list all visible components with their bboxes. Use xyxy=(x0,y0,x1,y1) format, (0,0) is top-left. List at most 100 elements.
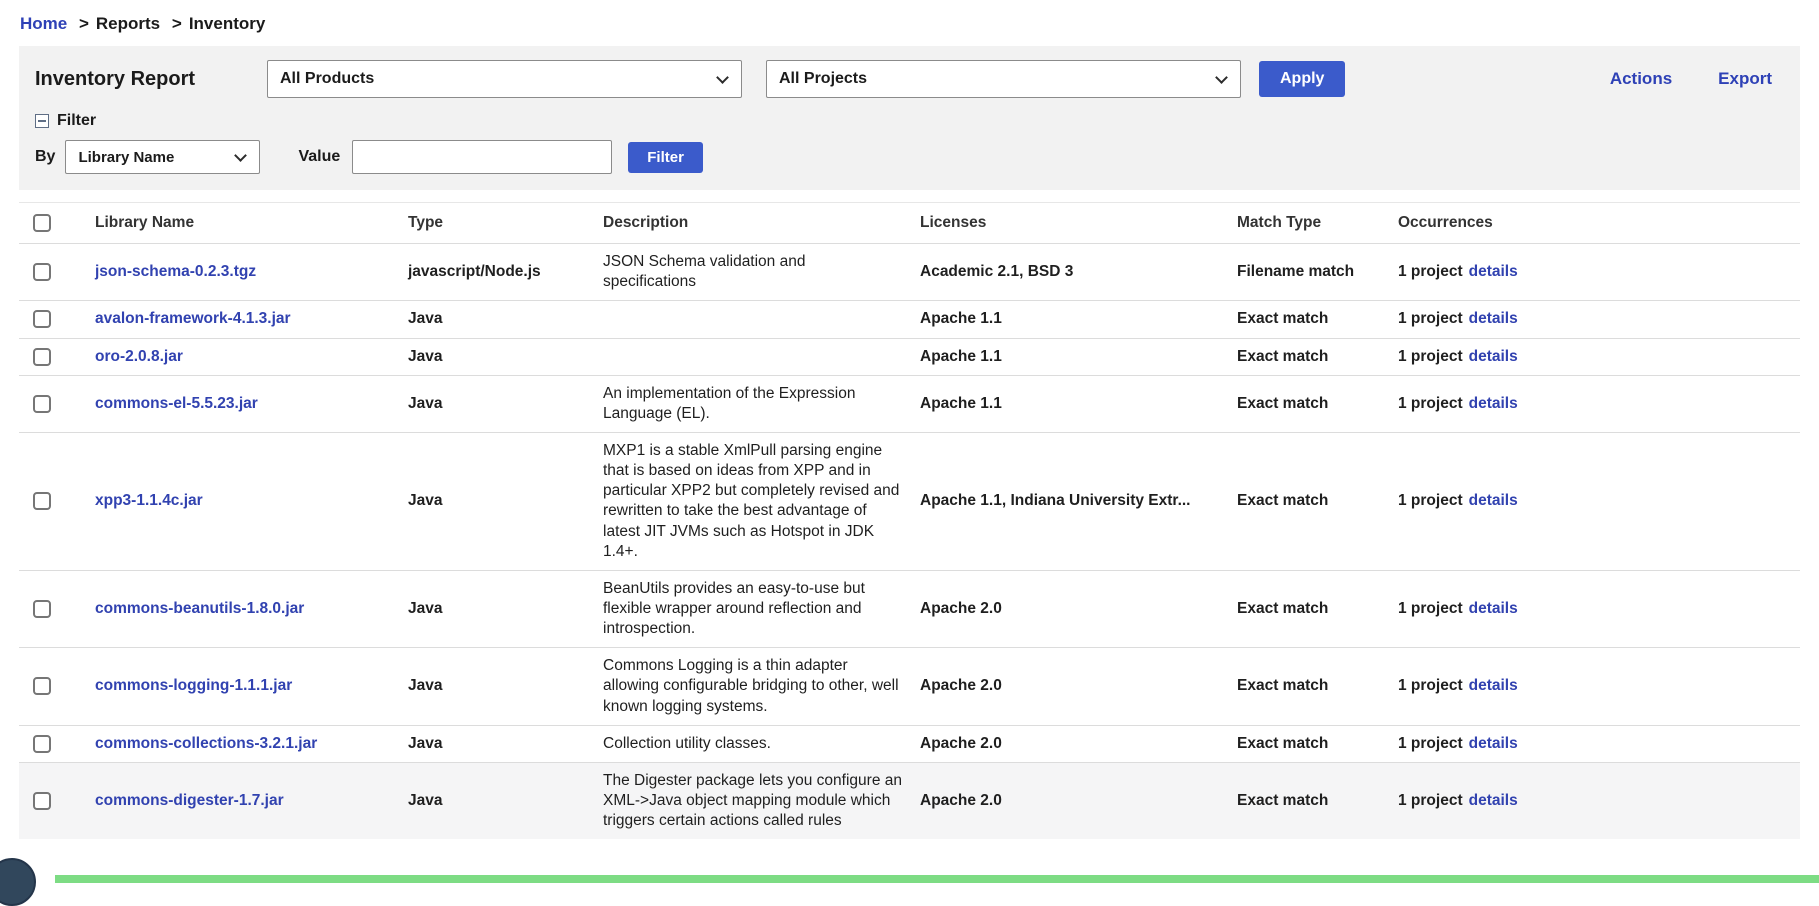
match-type-cell: Exact match xyxy=(1237,599,1398,619)
breadcrumb-home[interactable]: Home xyxy=(20,14,67,33)
filter-value-input[interactable] xyxy=(352,140,612,174)
occurrences-cell: 1 project details xyxy=(1398,676,1800,696)
details-link[interactable]: details xyxy=(1469,600,1518,617)
occurrence-count: 1 project xyxy=(1398,395,1463,412)
details-link[interactable]: details xyxy=(1469,492,1518,509)
col-type: Type xyxy=(408,213,603,233)
select-all-checkbox[interactable] xyxy=(33,214,51,232)
row-checkbox[interactable] xyxy=(33,263,51,281)
occurrences-cell: 1 projectdetails xyxy=(1398,347,1800,367)
occurrence-count: 1 project xyxy=(1398,677,1463,694)
library-link[interactable]: oro-2.0.8.jar xyxy=(95,348,183,365)
filter-by-select[interactable]: Library Name xyxy=(65,140,260,174)
details-link[interactable]: details xyxy=(1469,348,1518,365)
occurrences-cell: 1 project details xyxy=(1398,791,1800,811)
filter-controls: By Library Name Value Filter xyxy=(35,140,1784,174)
licenses-cell: Apache 2.0 xyxy=(920,734,1237,754)
licenses-cell: Apache 2.0 xyxy=(920,676,1237,696)
row-checkbox[interactable] xyxy=(33,600,51,618)
details-link[interactable]: details xyxy=(1469,735,1518,752)
col-library-name: Library Name xyxy=(95,213,408,233)
table-row: oro-2.0.8.jar Java Apache 1.1 Exact matc… xyxy=(19,338,1800,375)
match-type-cell: Exact match xyxy=(1237,791,1398,811)
licenses-cell: Apache 2.0 xyxy=(920,599,1237,619)
table-row: json-schema-0.2.3.tgz javascript/Node.js… xyxy=(19,243,1800,300)
col-licenses: Licenses xyxy=(920,213,1237,233)
export-link[interactable]: Export xyxy=(1718,69,1772,89)
occurrences-cell: 1 projectdetails xyxy=(1398,734,1800,754)
licenses-cell: Apache 1.1 xyxy=(920,394,1237,414)
products-select[interactable]: All Products xyxy=(267,60,742,98)
occurrence-count: 1 project xyxy=(1398,263,1463,280)
licenses-cell: Apache 2.0 xyxy=(920,791,1237,811)
occurrences-cell: 1 project details xyxy=(1398,491,1800,511)
details-link[interactable]: details xyxy=(1469,263,1518,280)
row-checkbox[interactable] xyxy=(33,395,51,413)
row-checkbox[interactable] xyxy=(33,310,51,328)
library-link[interactable]: commons-collections-3.2.1.jar xyxy=(95,735,317,752)
type-cell: Java xyxy=(408,394,603,414)
table-row: commons-collections-3.2.1.jar Java Colle… xyxy=(19,725,1800,762)
licenses-cell: Apache 1.1 xyxy=(920,347,1237,367)
row-checkbox[interactable] xyxy=(33,792,51,810)
licenses-cell: Academic 2.1, BSD 3 xyxy=(920,262,1237,282)
projects-select[interactable]: All Projects xyxy=(766,60,1241,98)
col-match-type: Match Type xyxy=(1237,213,1398,233)
details-link[interactable]: details xyxy=(1469,677,1518,694)
col-occurrences: Occurrences xyxy=(1398,213,1800,233)
row-checkbox[interactable] xyxy=(33,735,51,753)
library-link[interactable]: commons-el-5.5.23.jar xyxy=(95,395,258,412)
breadcrumb-separator: > xyxy=(172,14,182,33)
occurrence-count: 1 project xyxy=(1398,310,1463,327)
row-checkbox[interactable] xyxy=(33,492,51,510)
inventory-table: Library Name Type Description Licenses M… xyxy=(19,202,1800,839)
table-header-row: Library Name Type Description Licenses M… xyxy=(19,202,1800,243)
library-link[interactable]: json-schema-0.2.3.tgz xyxy=(95,263,256,280)
match-type-cell: Exact match xyxy=(1237,676,1398,696)
actions-link[interactable]: Actions xyxy=(1610,69,1672,89)
occurrences-cell: 1 project details xyxy=(1398,262,1800,282)
occurrences-cell: 1 project details xyxy=(1398,394,1800,414)
collapse-filter-icon[interactable] xyxy=(35,114,49,128)
details-link[interactable]: details xyxy=(1469,395,1518,412)
filter-by-select-value: Library Name xyxy=(78,149,174,166)
breadcrumb-inventory: Inventory xyxy=(189,14,266,33)
row-checkbox[interactable] xyxy=(33,348,51,366)
library-link[interactable]: commons-logging-1.1.1.jar xyxy=(95,677,292,694)
details-link[interactable]: details xyxy=(1469,310,1518,327)
occurrence-count: 1 project xyxy=(1398,792,1463,809)
description-cell: An implementation of the Expression Lang… xyxy=(603,384,920,424)
table-row: commons-logging-1.1.1.jar Java Commons L… xyxy=(19,647,1800,724)
match-type-cell: Filename match xyxy=(1237,262,1398,282)
match-type-cell: Exact match xyxy=(1237,394,1398,414)
licenses-cell: Apache 1.1, Indiana University Extr... xyxy=(920,491,1237,511)
table-row: commons-digester-1.7.jar Java The Digest… xyxy=(19,762,1800,839)
bottom-green-bar xyxy=(55,875,1819,883)
breadcrumb-reports: Reports xyxy=(96,14,160,33)
type-cell: Java xyxy=(408,309,603,329)
match-type-cell: Exact match xyxy=(1237,491,1398,511)
filter-button[interactable]: Filter xyxy=(628,142,703,173)
chevron-down-icon xyxy=(1215,71,1228,84)
library-link[interactable]: xpp3-1.1.4c.jar xyxy=(95,492,203,509)
row-checkbox[interactable] xyxy=(33,677,51,695)
filter-section-label: Filter xyxy=(57,112,96,130)
library-link[interactable]: avalon-framework-4.1.3.jar xyxy=(95,310,291,327)
occurrences-cell: 1 project details xyxy=(1398,309,1800,329)
filter-by-label: By xyxy=(35,148,55,166)
occurrence-count: 1 project xyxy=(1398,600,1463,617)
description-cell: The Digester package lets you configure … xyxy=(603,771,920,831)
type-cell: Java xyxy=(408,734,603,754)
library-link[interactable]: commons-beanutils-1.8.0.jar xyxy=(95,600,304,617)
type-cell: Java xyxy=(408,491,603,511)
description-cell: MXP1 is a stable XmlPull parsing engine … xyxy=(603,441,920,562)
table-row: avalon-framework-4.1.3.jar Java Apache 1… xyxy=(19,300,1800,337)
details-link[interactable]: details xyxy=(1469,792,1518,809)
occurrence-count: 1 project xyxy=(1398,492,1463,509)
apply-button[interactable]: Apply xyxy=(1259,61,1345,97)
library-link[interactable]: commons-digester-1.7.jar xyxy=(95,792,284,809)
col-description: Description xyxy=(603,213,920,233)
chevron-down-icon xyxy=(716,71,729,84)
licenses-cell: Apache 1.1 xyxy=(920,309,1237,329)
breadcrumb-separator: > xyxy=(79,14,89,33)
